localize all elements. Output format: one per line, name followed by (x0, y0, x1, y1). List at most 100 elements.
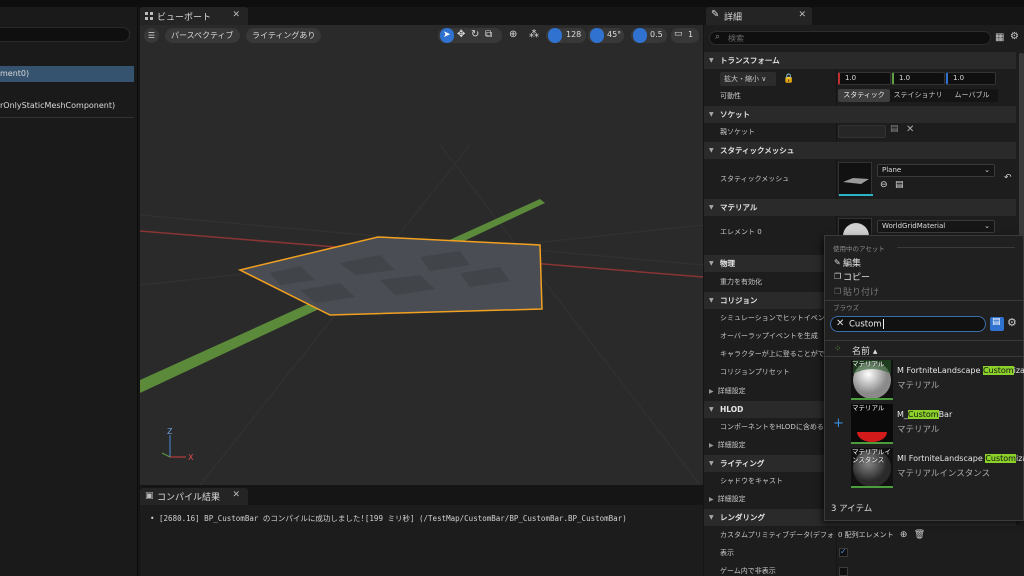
mesh-thumbnail[interactable] (838, 162, 873, 196)
copy-icon: ❐ (834, 272, 842, 281)
asset-search-value: Custom (849, 319, 884, 330)
array-elements: 0 配列エレメント ⊕ 🗑 (838, 530, 926, 540)
camera-speed-button[interactable]: ▭ 1 (671, 28, 699, 43)
asset-type: マテリアル (897, 381, 940, 391)
lighting-label: ライティングあり (252, 31, 316, 40)
asset-search-input[interactable]: ✕ Custom (830, 316, 986, 332)
folder-icon[interactable]: ▤ (990, 317, 1004, 331)
tab-label: 詳細 (724, 13, 743, 23)
asset-thumbnail: マテリアル (851, 360, 893, 400)
edit-icon: ✎ (834, 258, 841, 267)
asset-item[interactable]: マテリアル M FortniteLandscape Customizabl マテ… (825, 358, 1024, 402)
category-socket[interactable]: ▼ ソケット (704, 106, 1016, 123)
divider (897, 247, 1015, 248)
category-label: マテリアル (720, 203, 758, 212)
paste-icon: ❐ (834, 287, 842, 296)
lighting-button[interactable]: ライティングあり (246, 28, 322, 43)
close-icon[interactable]: ✕ (232, 10, 240, 20)
move-icon[interactable]: ✥ (457, 29, 465, 40)
outliner-divider (0, 117, 134, 118)
menu-copy[interactable]: コピー (843, 270, 870, 283)
tab-compile-results[interactable]: ▣ コンパイル結果 ✕ (140, 488, 248, 505)
asset-item[interactable]: マテリアルイ ンスタンス MI FortniteLandscape Custom… (825, 446, 1024, 490)
settings-icon[interactable]: ⚙ (1007, 316, 1017, 329)
mobility-label: 可動性 (720, 92, 741, 100)
close-icon[interactable]: ✕ (232, 490, 240, 500)
scale-snap-icon (633, 28, 647, 43)
pencil-icon: ✎ (711, 9, 720, 20)
gear-icon[interactable]: ⚙ (1010, 31, 1019, 42)
compile-icon: ▣ (145, 491, 154, 501)
world-local-icon[interactable]: ⊕ (509, 29, 517, 40)
scale-dropdown[interactable]: 拡大・縮小 ∨ (720, 72, 776, 86)
table-view-icon[interactable]: ▦ (995, 32, 1004, 43)
add-icon[interactable]: ⊕ (900, 530, 908, 540)
rotation-snap-toggle[interactable]: 45° (588, 28, 624, 43)
viewport[interactable]: Z X ☰ パースペクティブ ライティングあり ➤ ✥ ↻ ⧉ ⊕ ⁂ 128 … (140, 25, 703, 485)
asset-item[interactable]: + マテリアル M_CustomBar マテリアル (825, 402, 1023, 446)
asset-thumbnail: マテリアルイ ンスタンス (851, 448, 893, 488)
static-mesh-combo[interactable]: Plane ⌄ (877, 164, 995, 177)
category-label: HLOD (720, 405, 744, 414)
browse-icon[interactable]: ▤ (895, 180, 904, 190)
scale-z-field[interactable]: 1.0 (946, 72, 996, 85)
scale-snap-toggle[interactable]: 0.5 (631, 28, 667, 43)
category-static-mesh[interactable]: ▼ スタティックメッシュ (704, 142, 1016, 159)
close-icon[interactable]: ✕ (798, 10, 806, 20)
scale-y-field[interactable]: 1.0 (892, 72, 945, 85)
outliner-item-label: rOnlyStaticMeshComponent) (0, 101, 116, 110)
mobility-movable[interactable]: ムーバブル (946, 89, 998, 102)
camera-speed-value: 1 (688, 30, 694, 39)
chevron-down-icon: ⌄ (984, 166, 990, 174)
element0-label: エレメント 0 (720, 228, 762, 236)
svg-text:X: X (188, 453, 194, 462)
category-material[interactable]: ▼ マテリアル (704, 199, 1016, 216)
category-label: ライティング (720, 459, 765, 468)
tab-viewport[interactable]: ビューポート ✕ (140, 7, 248, 25)
tab-details[interactable]: ✎ 詳細 ✕ (706, 7, 812, 25)
menu-edit[interactable]: 編集 (843, 256, 861, 269)
rotation-snap-value: 45° (607, 30, 622, 39)
scale-x-field[interactable]: 1.0 (838, 72, 891, 85)
parent-socket-field[interactable] (838, 125, 886, 138)
top-strip (0, 0, 1024, 7)
rotation-snap-icon (590, 28, 604, 43)
clear-search-icon[interactable]: ✕ (836, 318, 844, 329)
clear-icon[interactable]: ✕ (906, 124, 914, 135)
asset-picker-popup: 使用中のアセット ✎ 編集 ❐ コピー ❐ 貼り付け ブラウズ ✕ Custom… (824, 235, 1024, 521)
reset-icon[interactable]: ↶ (1004, 173, 1012, 183)
scale-icon[interactable]: ⧉ (485, 29, 492, 40)
mobility-stationary[interactable]: ステイショナリ (892, 89, 944, 102)
use-selected-icon[interactable]: ⊖ (880, 180, 888, 190)
filter-icon[interactable]: ⁘ (834, 344, 842, 354)
perspective-button[interactable]: パースペクティブ (165, 28, 240, 43)
outliner-item[interactable]: rOnlyStaticMeshComponent) (0, 98, 134, 114)
hidden-in-game-checkbox[interactable] (839, 567, 848, 576)
static-mesh-label: スタティックメッシュ (720, 175, 790, 183)
divider (825, 356, 1023, 357)
transform-tools: ➤ ✥ ↻ ⧉ (438, 28, 502, 43)
rotate-icon[interactable]: ↻ (471, 29, 479, 40)
details-search-input[interactable]: ⌕ 検索 (709, 31, 991, 45)
tab-label: コンパイル結果 (157, 493, 221, 503)
material-combo[interactable]: WorldGridMaterial ⌄ (877, 220, 995, 233)
mobility-static[interactable]: スタティック (838, 89, 890, 102)
add-icon[interactable]: + (833, 416, 844, 431)
tab-label: ビューポート (157, 13, 212, 23)
menu-paste[interactable]: 貼り付け (843, 285, 879, 298)
log-message-text: [2680.16] BP_CustomBar のコンパイルに成功しました![19… (159, 514, 627, 523)
current-asset-header: 使用中のアセット (833, 245, 885, 253)
outliner-item[interactable]: ment0) (0, 66, 134, 82)
category-label: レンダリング (720, 513, 765, 522)
category-transform[interactable]: ▼ トランスフォーム (704, 52, 1016, 69)
outliner-search-input[interactable] (0, 27, 130, 42)
socket-browse-icon[interactable]: ▤ (890, 124, 899, 134)
viewport-menu-button[interactable]: ☰ (144, 28, 159, 43)
trash-icon[interactable]: 🗑 (914, 530, 925, 540)
viewport-grid-icon (145, 12, 153, 20)
lock-icon[interactable]: 🔒 (783, 70, 794, 88)
surface-snap-icon[interactable]: ⁂ (529, 29, 539, 40)
category-label: 物理 (720, 259, 735, 268)
grid-snap-toggle[interactable]: 128 (546, 28, 586, 43)
visible-checkbox[interactable]: ✓ (839, 547, 848, 557)
